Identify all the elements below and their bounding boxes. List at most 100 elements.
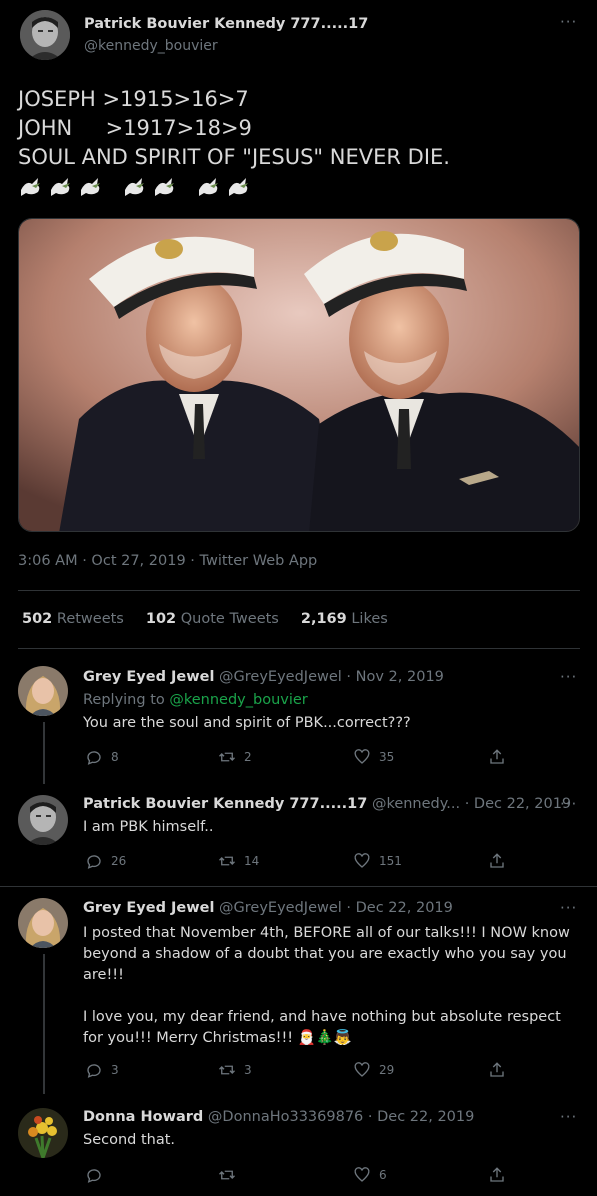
heart-icon	[354, 1062, 370, 1077]
like-count: 151	[379, 854, 402, 868]
dove-icon	[81, 178, 100, 196]
reply-date[interactable]: · Nov 2, 2019	[346, 669, 443, 685]
heart-icon	[354, 1167, 370, 1182]
reply-avatar[interactable]	[18, 795, 68, 845]
reply-author-handle[interactable]: @kennedy...	[372, 796, 460, 812]
likes-stat[interactable]: 2,169 Likes	[301, 611, 388, 627]
retweet-icon	[219, 1170, 235, 1180]
quotes-label: Quote Tweets	[180, 611, 279, 627]
reply-header: Grey Eyed Jewel @GreyEyedJewel · Nov 2, …	[83, 669, 444, 685]
reply-icon	[87, 855, 101, 869]
replying-to: Replying to @kennedy_bouvier	[83, 692, 308, 708]
reply-avatar[interactable]	[18, 1108, 68, 1158]
retweet-icon	[219, 752, 235, 762]
reply-paragraph-1: I posted that November 4th, BEFORE all o…	[83, 925, 570, 983]
heart-icon	[354, 853, 370, 868]
reply-author-handle[interactable]: @DonnaHo33369876	[208, 1109, 363, 1125]
christmas-emojis: 🎅🎄👼	[297, 1030, 352, 1046]
reply-avatar[interactable]	[18, 898, 68, 948]
dove-icon	[229, 178, 248, 196]
quote-tweets-stat[interactable]: 102 Quote Tweets	[146, 611, 279, 627]
tweet-stats: 502 Retweets 102 Quote Tweets 2,169 Like…	[22, 611, 388, 627]
reply-text: Second that.	[83, 1132, 176, 1148]
retweets-stat[interactable]: 502 Retweets	[22, 611, 124, 627]
reply-author-name[interactable]: Grey Eyed Jewel	[83, 900, 214, 916]
retweet-button[interactable]: 3	[218, 1061, 252, 1079]
author-handle[interactable]: @kennedy_bouvier	[84, 38, 218, 54]
tweet-timestamp[interactable]: 3:06 AM · Oct 27, 2019 · Twitter Web App	[18, 553, 317, 569]
reply-text: I am PBK himself..	[83, 819, 214, 835]
more-options-icon[interactable]: ···	[560, 795, 577, 813]
reply-author-name[interactable]: Patrick Bouvier Kennedy 777.....17	[83, 796, 367, 812]
reply-author-name[interactable]: Donna Howard	[83, 1109, 203, 1125]
like-count: 6	[379, 1168, 387, 1182]
more-options-icon[interactable]: ···	[560, 668, 577, 686]
more-options-icon[interactable]: ···	[560, 1108, 577, 1126]
dove-icon	[125, 178, 144, 196]
reply-author-handle[interactable]: @GreyEyedJewel	[219, 669, 342, 685]
share-icon	[490, 749, 504, 764]
reply-text: You are the soul and spirit of PBK...cor…	[83, 715, 411, 731]
quotes-count: 102	[145, 611, 177, 627]
author-name[interactable]: Patrick Bouvier Kennedy 777.....17	[84, 16, 368, 32]
reply-date[interactable]: · Dec 22, 2019	[368, 1109, 474, 1125]
retweet-button[interactable]: 14	[218, 852, 259, 870]
tweet-text: JOSEPH >1915>16>7 JOHN >1917>18>9 SOUL A…	[18, 85, 450, 172]
reply-count: 8	[111, 750, 119, 764]
reply-paragraph-2: I love you, my dear friend, and have not…	[83, 1007, 578, 1049]
retweet-icon	[219, 1065, 235, 1075]
retweet-count: 2	[244, 750, 252, 764]
reply-avatar[interactable]	[18, 666, 68, 716]
like-button[interactable]: 35	[353, 748, 394, 766]
reply-date[interactable]: · Dec 22, 2019	[465, 796, 571, 812]
retweet-button[interactable]	[218, 1166, 244, 1184]
dove-icon	[21, 178, 40, 196]
tweet-line-2: JOHN >1917>18>9	[18, 116, 252, 140]
like-button[interactable]: 29	[353, 1061, 394, 1079]
retweet-icon	[219, 856, 235, 866]
author-avatar[interactable]	[20, 10, 70, 60]
dove-icon	[199, 178, 218, 196]
more-options-icon[interactable]: ···	[560, 899, 577, 917]
share-icon	[490, 1167, 504, 1182]
likes-count: 2,169	[300, 611, 347, 627]
share-icon	[490, 1062, 504, 1077]
reply-author-handle[interactable]: @GreyEyedJewel	[219, 900, 342, 916]
dove-icon	[155, 178, 174, 196]
reply-date[interactable]: · Dec 22, 2019	[346, 900, 452, 916]
dove-emoji-row	[18, 174, 252, 200]
reply-author-name[interactable]: Grey Eyed Jewel	[83, 669, 214, 685]
retweet-count: 14	[244, 854, 260, 868]
like-button[interactable]: 151	[353, 852, 402, 870]
like-count: 29	[379, 1063, 395, 1077]
reply-button[interactable]: 3	[85, 1061, 119, 1079]
replying-to-link[interactable]: @kennedy_bouvier	[169, 692, 307, 708]
reply-icon	[87, 1064, 101, 1078]
divider	[0, 886, 597, 887]
reply-button[interactable]: 26	[85, 852, 126, 870]
share-button[interactable]	[488, 1061, 514, 1079]
retweet-button[interactable]: 2	[218, 748, 252, 766]
reply-count: 26	[111, 854, 127, 868]
reply-button[interactable]: 8	[85, 748, 119, 766]
tweet-line-1: JOSEPH >1915>16>7	[18, 87, 249, 111]
reply-count: 3	[111, 1063, 119, 1077]
reply-header: Donna Howard @DonnaHo33369876 · Dec 22, …	[83, 1109, 474, 1125]
share-icon	[490, 853, 504, 868]
share-button[interactable]	[488, 852, 514, 870]
more-options-icon[interactable]: ···	[560, 13, 577, 31]
reply-button[interactable]	[85, 1166, 111, 1184]
thread-connector	[43, 722, 45, 784]
likes-label: Likes	[351, 611, 388, 627]
retweets-label: Retweets	[56, 611, 124, 627]
thread-connector	[43, 954, 45, 1094]
replying-to-prefix: Replying to	[83, 692, 170, 708]
heart-icon	[354, 749, 370, 764]
like-button[interactable]: 6	[353, 1166, 387, 1184]
share-button[interactable]	[488, 1166, 514, 1184]
divider	[18, 648, 580, 649]
tweet-photo[interactable]	[18, 218, 580, 532]
share-button[interactable]	[488, 748, 514, 766]
dove-icon	[51, 178, 70, 196]
retweet-count: 3	[244, 1063, 252, 1077]
